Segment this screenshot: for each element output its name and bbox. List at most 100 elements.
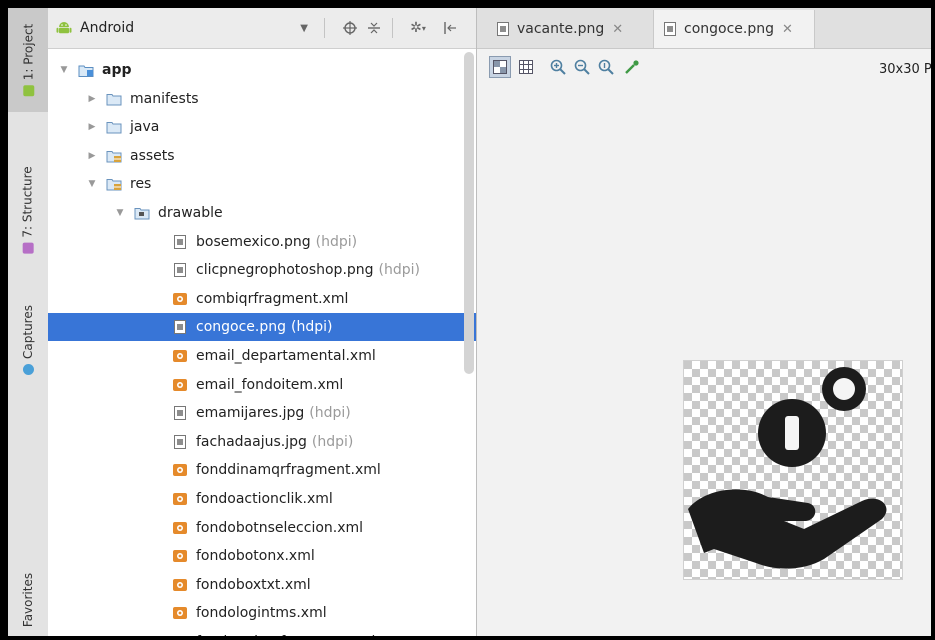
actual-size-icon[interactable] (595, 56, 617, 78)
xml-file-icon (173, 550, 187, 563)
tree-item[interactable]: emamijares.jpg (hdpi) (48, 399, 476, 427)
tree-item[interactable]: fondstaticqrfragment.xml (48, 628, 476, 636)
expand-arrow-icon[interactable]: ▼ (86, 179, 98, 189)
image-preview (683, 360, 903, 580)
collapse-arrow-icon[interactable]: ▶ (86, 94, 98, 104)
captures-icon (22, 363, 34, 375)
close-icon[interactable]: ✕ (782, 22, 793, 37)
tree-item[interactable]: email_departamental.xml (48, 342, 476, 370)
tree-item[interactable]: ▶ java (48, 113, 476, 141)
tree-item-label: fachadaajus.jpg (196, 433, 307, 450)
tree-item[interactable]: email_fondoitem.xml (48, 371, 476, 399)
gear-icon[interactable]: ✲ ▾ (404, 18, 432, 38)
collapse-arrow-icon[interactable]: ▶ (86, 151, 98, 161)
expand-arrow-icon[interactable]: ▼ (58, 65, 70, 75)
expand-arrow-icon[interactable]: ▼ (114, 208, 126, 218)
tree-item[interactable]: ▼ res (48, 170, 476, 198)
tree-item[interactable]: bosemexico.png (hdpi) (48, 228, 476, 256)
tree-item[interactable]: ▼ drawable (48, 199, 476, 227)
tree-item[interactable]: fondoboxtxt.xml (48, 571, 476, 599)
collapse-arrow-icon[interactable]: ▶ (86, 122, 98, 132)
tab-label: vacante.png (517, 21, 605, 37)
view-mode-dropdown[interactable]: Android ▼ (56, 16, 314, 40)
image-file-icon (664, 22, 676, 36)
tab-label: congoce.png (684, 21, 774, 37)
project-tree: ▼ app ▶ manifests ▶ java ▶ assets ▼ res ▼ drawable b… (48, 48, 476, 636)
density-hint: (hdpi) (291, 319, 333, 336)
xml-file-icon (173, 464, 187, 477)
drawable-folder-icon (134, 208, 150, 220)
tree-item[interactable]: ▶ manifests (48, 85, 476, 113)
collapse-all-icon[interactable] (364, 18, 384, 38)
tree-item-label: clicpnegrophotoshop.png (196, 262, 374, 279)
zoom-in-icon[interactable] (547, 56, 569, 78)
xml-file-icon (173, 578, 187, 591)
tree-item-label: app (102, 62, 132, 78)
tree-item-label: combiqrfragment.xml (196, 290, 349, 307)
tree-item[interactable]: fondobotnseleccion.xml (48, 514, 476, 542)
grid-icon[interactable] (515, 56, 537, 78)
tree-item-label: fondstaticqrfragment.xml (196, 634, 375, 636)
coin-hand-icon (684, 361, 902, 579)
toolwindow-favorites-button[interactable]: Favorites (8, 564, 48, 636)
tree-item-label: drawable (158, 205, 223, 221)
tree-item[interactable]: ▶ assets (48, 142, 476, 170)
tree-item-label: manifests (130, 90, 199, 107)
tree-item[interactable]: combiqrfragment.xml (48, 285, 476, 313)
toolwindow-captures-label: Captures (21, 305, 35, 359)
density-hint: (hdpi) (315, 233, 358, 250)
tree-item-label: fondobotnseleccion.xml (196, 519, 364, 536)
close-icon[interactable]: ✕ (612, 22, 623, 37)
density-hint: (hdpi) (378, 262, 421, 279)
ide-window: 1: Project 7: Structure Captures Favorit… (8, 8, 931, 636)
image-file-icon (174, 406, 186, 421)
toolwindow-project-label: 1: Project (21, 23, 35, 81)
tree-item[interactable]: fondoactionclik.xml (48, 485, 476, 513)
tree-item[interactable]: fachadaajus.jpg (hdpi) (48, 428, 476, 456)
view-mode-label: Android (80, 20, 135, 36)
tree-item-label: res (130, 176, 152, 193)
header-divider (392, 18, 393, 38)
tree-item-label: emamijares.jpg (196, 405, 305, 422)
image-file-icon (174, 320, 186, 335)
tree-item[interactable]: congoce.png (hdpi) (48, 313, 476, 342)
zoom-out-icon[interactable] (571, 56, 593, 78)
tree-item-label: assets (130, 147, 175, 164)
toolwindow-project-button[interactable]: 1: Project (8, 8, 48, 112)
xml-file-icon (173, 292, 187, 305)
resource-folder-icon (106, 150, 122, 163)
locate-icon[interactable] (340, 18, 360, 38)
xml-file-icon (173, 378, 187, 391)
left-toolwindow-strip: 1: Project 7: Structure Captures Favorit… (8, 8, 49, 636)
editor-area: vacante.png ✕ congoce.png ✕ 30x30 P (477, 8, 931, 636)
tree-item-label: email_departamental.xml (196, 348, 376, 364)
toolwindow-captures-button[interactable]: Captures (8, 290, 48, 390)
tree-scrollbar[interactable] (464, 52, 474, 374)
chessboard-icon[interactable] (489, 56, 511, 78)
tree-item-label: email_fondoitem.xml (196, 376, 344, 393)
image-file-icon (174, 234, 186, 249)
tree-item[interactable]: fondobotonx.xml (48, 542, 476, 570)
tree-item-label: fondobotonx.xml (196, 548, 315, 565)
tree-item[interactable]: fonddinamqrfragment.xml (48, 456, 476, 484)
header-divider (324, 18, 325, 38)
tree-item[interactable]: ▼ app (48, 56, 476, 84)
project-panel: Android ▼ ✲ ▾ ▼ app ▶ manifests ▶ java ▶ assets ▼… (48, 8, 477, 636)
xml-file-icon (173, 350, 187, 362)
folder-icon (106, 122, 122, 134)
tree-item[interactable]: clicpnegrophotoshop.png (hdpi) (48, 256, 476, 284)
xml-file-icon (173, 607, 187, 620)
tree-item[interactable]: fondologintms.xml (48, 599, 476, 627)
image-editor-toolbar: 30x30 PN (477, 48, 931, 86)
android-icon (56, 22, 72, 34)
xml-file-icon (173, 493, 187, 505)
folder-icon (106, 93, 122, 106)
toolwindow-structure-button[interactable]: 7: Structure (8, 148, 48, 272)
tab-congoce[interactable]: congoce.png ✕ (653, 10, 815, 48)
density-hint: (hdpi) (309, 405, 351, 422)
xml-file-icon (173, 521, 187, 534)
hide-panel-icon[interactable] (440, 18, 460, 38)
tree-item-label: bosemexico.png (196, 233, 311, 250)
eyedropper-icon[interactable] (621, 56, 643, 78)
tab-vacante[interactable]: vacante.png ✕ (487, 10, 645, 48)
